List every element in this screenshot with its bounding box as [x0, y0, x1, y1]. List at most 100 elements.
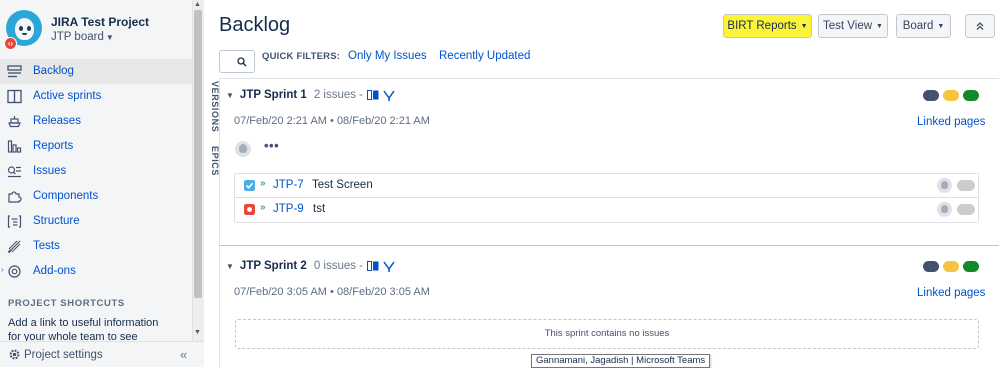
linked-pages-link[interactable]: Linked pages [917, 287, 985, 299]
sidebar-item-active-sprints[interactable]: Active sprints [0, 84, 192, 109]
issue-row[interactable]: » JTP-7 Test Screen [235, 174, 978, 198]
tab-versions[interactable]: VERSIONS [204, 81, 220, 132]
chevron-right-icon[interactable]: › [1, 265, 4, 274]
quick-filter-recently-updated[interactable]: Recently Updated [439, 50, 530, 62]
tab-epics[interactable]: EPICS [204, 146, 220, 176]
sprint-report-icon[interactable] [383, 90, 395, 101]
project-settings-label: Project settings [24, 349, 103, 361]
chevron-down-icon: ▼ [876, 22, 883, 30]
date-separator: • [330, 115, 334, 127]
separator: - [359, 89, 363, 101]
birt-reports-button[interactable]: BIRT Reports ▼ [723, 14, 812, 38]
sidebar-item-components[interactable]: Components [0, 184, 192, 209]
project-shortcuts-heading: PROJECT SHORTCUTS [8, 298, 125, 309]
quick-filter-only-my-issues[interactable]: Only My Issues [348, 50, 427, 62]
date-separator: • [330, 286, 334, 298]
divider [219, 78, 999, 79]
backlog-icon [7, 65, 22, 78]
sidebar-item-label: Releases [33, 115, 81, 127]
puzzle-icon [8, 191, 22, 203]
linked-pages-link[interactable]: Linked pages [917, 116, 985, 128]
sprint-board-icon[interactable] [366, 90, 379, 100]
divider [219, 245, 999, 246]
test-view-button[interactable]: Test View ▼ [818, 14, 888, 38]
sprint-status-summary [923, 90, 979, 101]
status-inprogress-badge [943, 90, 959, 101]
board-columns-icon [7, 89, 22, 104]
board-button[interactable]: Board ▼ [896, 14, 951, 38]
scroll-down-icon[interactable]: ▼ [194, 329, 201, 336]
avatar[interactable] [937, 202, 952, 217]
chart-icon [7, 140, 22, 153]
project-name[interactable]: JIRA Test Project [51, 15, 149, 29]
issue-key[interactable]: JTP-9 [273, 203, 304, 215]
sidebar-item-label: Active sprints [33, 90, 102, 102]
sidebar-item-add-ons[interactable]: › Add-ons [0, 259, 192, 284]
priority-low-icon: » [260, 202, 266, 213]
empty-sprint-dropzone[interactable]: This sprint contains no issues [235, 319, 979, 349]
sidebar-item-issues[interactable]: Issues [0, 159, 192, 184]
chevron-down-icon[interactable]: ▼ [226, 91, 234, 100]
board-label: Board [902, 20, 934, 32]
sprint-dates: 07/Feb/20 3:05 AM • 08/Feb/20 3:05 AM [234, 286, 430, 298]
sidebar-scrollbar-thumb[interactable] [194, 10, 202, 298]
chevron-down-icon: ▼ [800, 22, 808, 30]
backlog-main: Backlog BIRT Reports ▼ Test View ▼ Board ▼ … [204, 0, 999, 367]
status-pill [957, 204, 975, 215]
sprint-end-date: 08/Feb/20 2:21 AM [336, 115, 430, 127]
collapse-header-button[interactable] [965, 14, 995, 38]
sprint-header[interactable]: ▼ JTP Sprint 1 2 issues - [226, 89, 395, 101]
sprint-name: JTP Sprint 1 [239, 89, 307, 101]
more-options-icon[interactable]: ••• [264, 138, 279, 153]
sidebar-item-releases[interactable]: Releases [0, 109, 192, 134]
structure-icon [7, 215, 22, 228]
birt-reports-label: BIRT Reports [727, 20, 797, 32]
board-name: JTP board [51, 31, 104, 43]
collapse-sidebar-icon[interactable]: « [180, 347, 187, 362]
sprint-name: JTP Sprint 2 [239, 260, 307, 272]
bug-icon [244, 204, 255, 215]
sidebar-item-reports[interactable]: Reports [0, 134, 192, 159]
sidebar-item-label: Tests [33, 240, 60, 252]
sprint-report-icon[interactable] [383, 261, 395, 272]
status-pill [957, 180, 975, 191]
issue-list: » JTP-7 Test Screen » JTP-9 tst [234, 173, 979, 223]
avatar[interactable] [937, 178, 952, 193]
sidebar-item-backlog[interactable]: Backlog [0, 59, 192, 84]
sprint-board-icon[interactable] [366, 261, 379, 271]
sprint-end-date: 08/Feb/20 3:05 AM [336, 286, 430, 298]
issue-key[interactable]: JTP-7 [273, 179, 304, 191]
sidebar-item-label: Backlog [33, 65, 74, 77]
sidebar-nav: Backlog Active sprints Releases Reports … [0, 59, 192, 284]
sidebar-item-label: Structure [33, 215, 80, 227]
code-badge-icon: ‹› [4, 37, 17, 50]
status-inprogress-badge [943, 261, 959, 272]
avatar[interactable] [235, 141, 251, 157]
issues-search-icon [7, 166, 21, 178]
gear-icon [9, 349, 20, 360]
sprint-issue-count: 0 issues [313, 260, 356, 272]
task-checkbox-icon [244, 180, 255, 191]
project-header[interactable]: ‹› JIRA Test Project JTP board ▼ [0, 0, 192, 56]
sprint-header[interactable]: ▼ JTP Sprint 2 0 issues - [226, 260, 395, 272]
project-settings[interactable]: Project settings « [0, 341, 204, 367]
quick-filters-label: QUICK FILTERS: [262, 51, 341, 62]
ship-icon [8, 116, 21, 128]
search-icon [237, 57, 247, 67]
chevron-down-icon: ▼ [937, 22, 945, 30]
status-todo-badge [923, 261, 939, 272]
test-tube-icon [7, 240, 21, 254]
sidebar-item-tests[interactable]: Tests [0, 234, 192, 259]
backlog-search-input[interactable] [219, 50, 255, 73]
status-done-badge [963, 261, 979, 272]
sidebar-item-label: Components [33, 190, 99, 202]
sidebar-item-structure[interactable]: Structure [0, 209, 192, 234]
board-selector[interactable]: JTP board ▼ [51, 31, 114, 43]
issue-summary: Test Screen [312, 179, 373, 191]
scroll-up-icon[interactable]: ▲ [194, 1, 201, 8]
separator: - [359, 260, 363, 272]
sprint-status-summary [923, 261, 979, 272]
chevron-down-icon[interactable]: ▼ [226, 262, 234, 271]
sprint-dates: 07/Feb/20 2:21 AM • 08/Feb/20 2:21 AM [234, 115, 430, 127]
issue-row[interactable]: » JTP-9 tst [235, 198, 978, 222]
